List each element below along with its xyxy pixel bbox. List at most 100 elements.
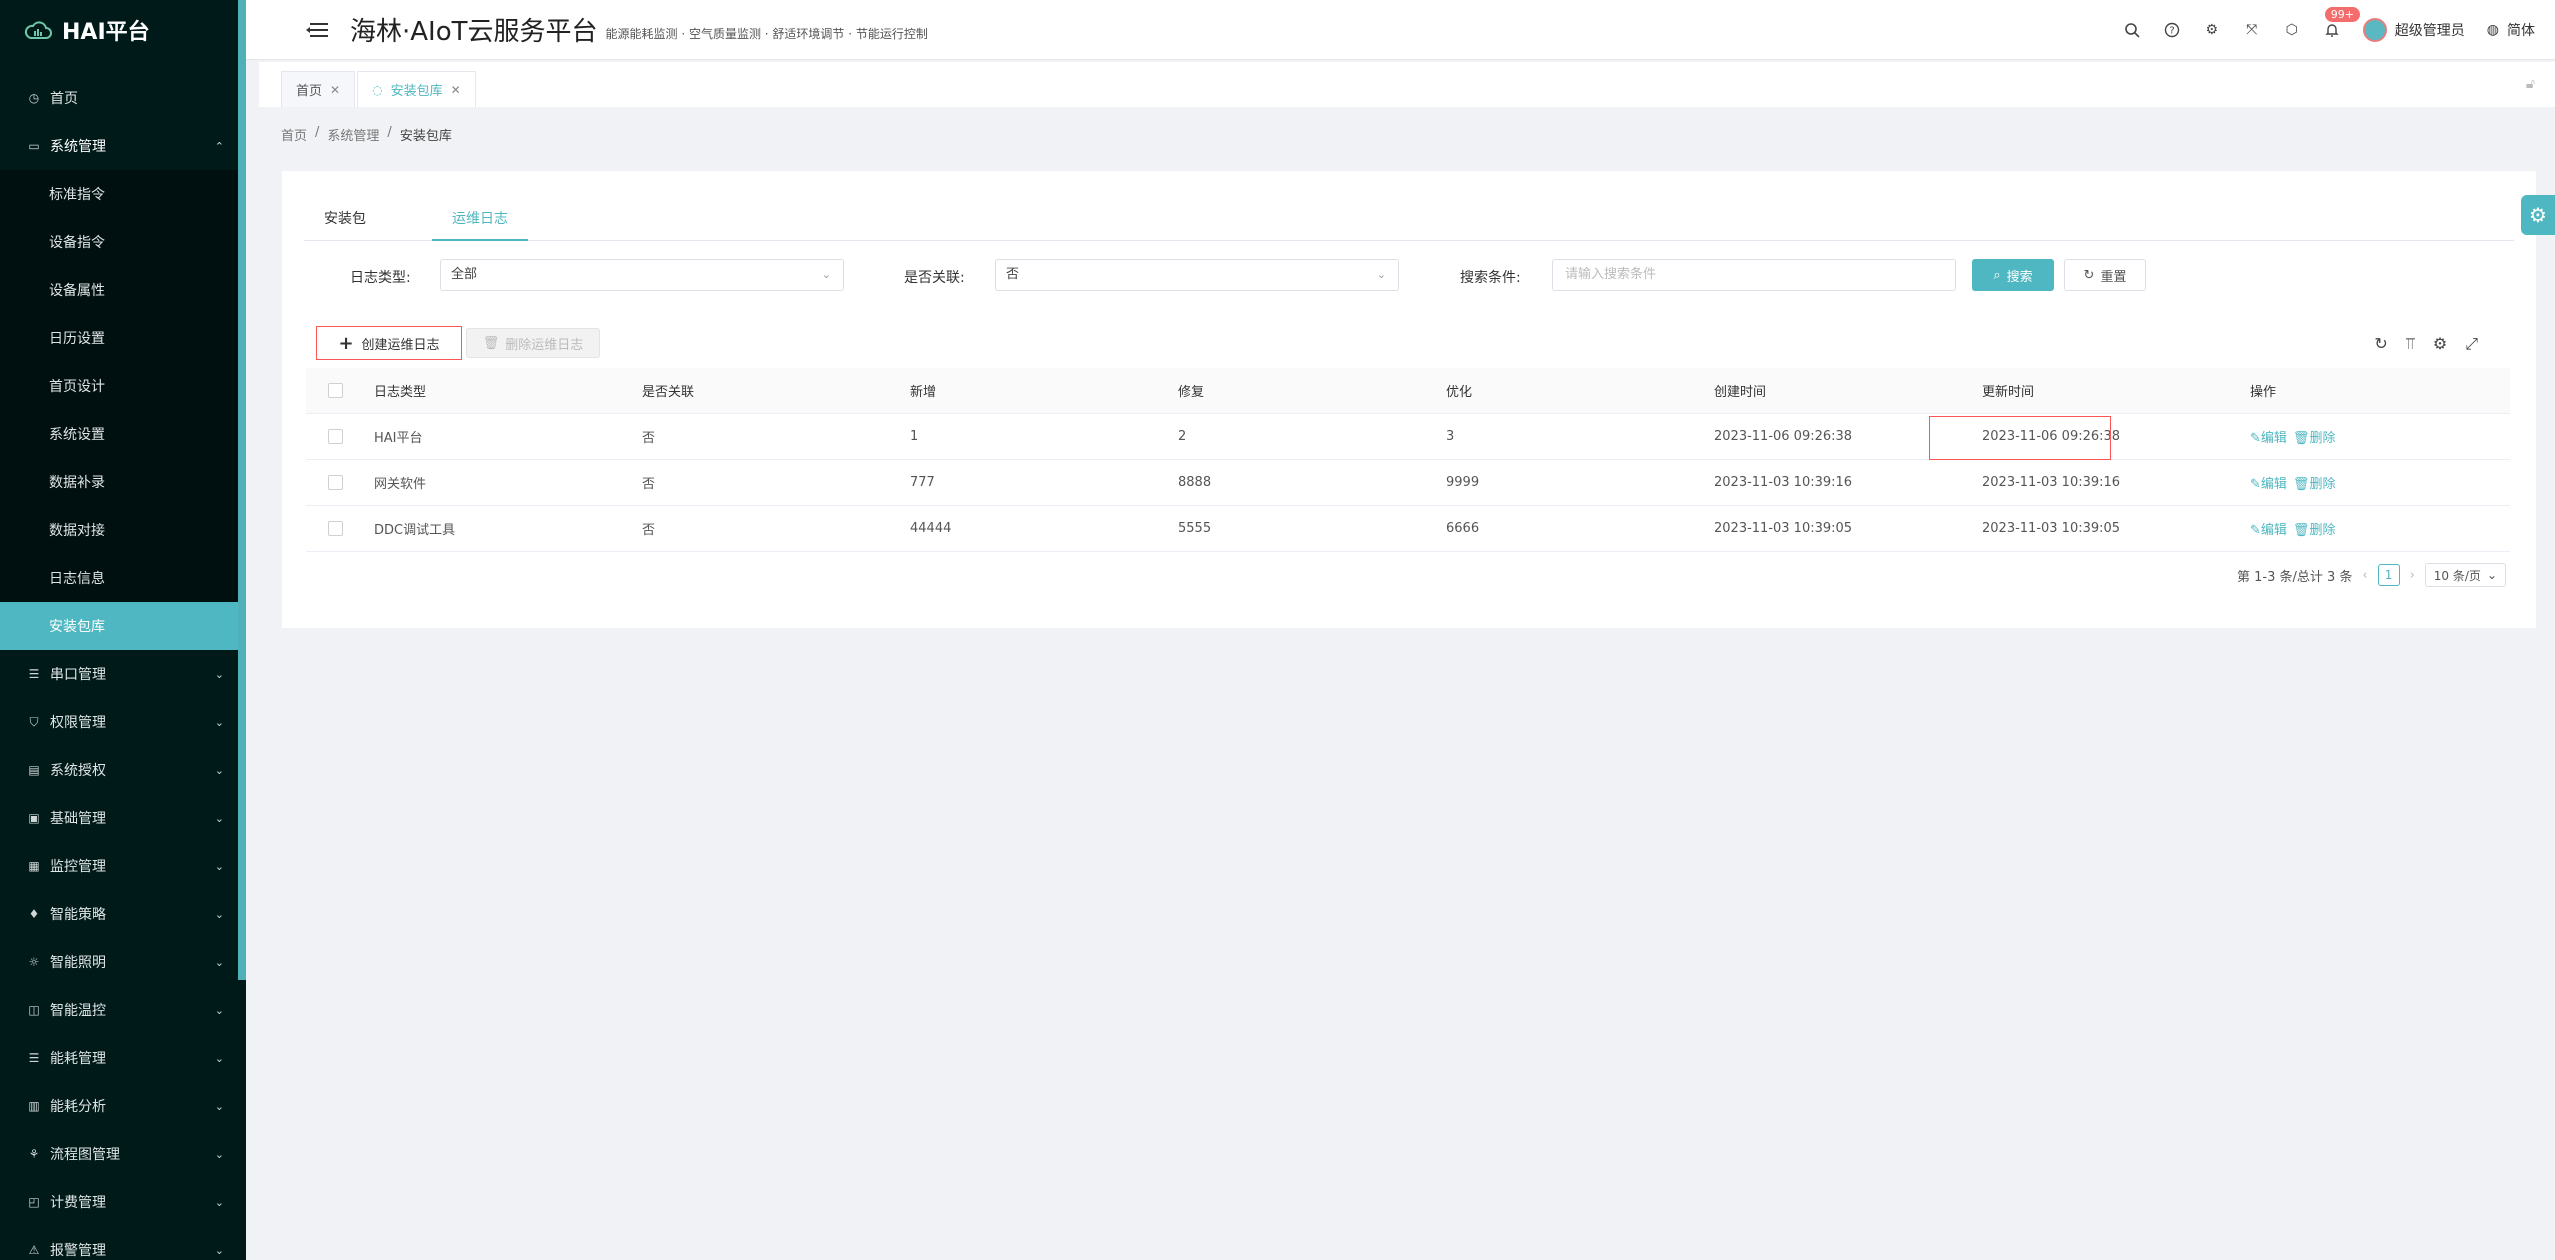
filter-bar: 日志类型: 全部 ⌄ 是否关联: 否 ⌄ 搜索条件: 请输入搜索条件 ⌕ 搜索 … — [282, 259, 2536, 293]
fullscreen-icon[interactable]: ⤧ — [2243, 21, 2261, 39]
sidebar-group-serial[interactable]: ☰ 串口管理 ⌄ — [0, 650, 246, 698]
sidebar-item-label: 计费管理 — [50, 1195, 106, 1211]
logo[interactable]: HAI平台 — [0, 0, 246, 60]
reset-button[interactable]: ↻ 重置 — [2064, 259, 2146, 291]
edit-link[interactable]: ✎编辑 — [2250, 473, 2287, 492]
sidebar-item-data-integration[interactable]: 数据对接 — [0, 506, 246, 554]
cube-icon[interactable]: ⬡ — [2283, 21, 2301, 39]
sidebar-item-label: 智能照明 — [50, 955, 106, 971]
breadcrumb-item[interactable]: 首页 — [281, 125, 307, 144]
page-tab-home[interactable]: 首页 ✕ — [281, 71, 356, 107]
page-number[interactable]: 1 — [2377, 564, 2400, 586]
sidebar-group-energy-analysis[interactable]: ▥ 能耗分析 ⌄ — [0, 1082, 246, 1130]
sidebar-group-billing[interactable]: ◰ 计费管理 ⌄ — [0, 1178, 246, 1226]
app-subtitle: 能源能耗监测 · 空气质量监测 · 舒适环境调节 · 节能运行控制 — [605, 27, 928, 41]
related-select[interactable]: 否 ⌄ — [995, 259, 1399, 291]
sidebar-item-label: 首页 — [50, 91, 78, 107]
app-title: 海林·AIoT云服务平台 — [350, 17, 598, 47]
sidebar: HAI平台 ◷ 首页 ▭ 系统管理 ⌃ 标准指令 设备指令 设备属性 日历设置 … — [0, 0, 246, 1260]
select-all-checkbox[interactable] — [328, 383, 343, 398]
flowchart-icon: ⚘ — [28, 1147, 40, 1161]
table-header-row: 日志类型 是否关联 新增 修复 优化 创建时间 更新时间 操作 — [306, 368, 2510, 414]
sidebar-item-label: 基础管理 — [50, 811, 106, 827]
log-type-select[interactable]: 全部 ⌄ — [440, 259, 844, 291]
edit-link[interactable]: ✎编辑 — [2250, 519, 2287, 538]
close-icon[interactable]: ✕ — [330, 83, 340, 97]
column-header: 修复 — [1178, 385, 1205, 400]
column-height-icon[interactable]: ⫪ — [2406, 334, 2415, 354]
alarm-icon: ⚠ — [28, 1243, 40, 1257]
sidebar-group-system[interactable]: ▭ 系统管理 ⌃ — [0, 122, 246, 170]
column-header: 日志类型 — [374, 385, 427, 400]
sidebar-item-label: 系统管理 — [50, 139, 106, 155]
help-icon[interactable]: ? — [2163, 21, 2181, 39]
language-switch[interactable]: ◍ 简体 — [2487, 20, 2535, 40]
bulb-icon: ♦ — [28, 907, 40, 921]
sidebar-group-basic[interactable]: ▣ 基础管理 ⌄ — [0, 794, 246, 842]
collapse-menu-icon[interactable] — [306, 21, 328, 39]
page-size-value: 10 条/页 — [2433, 568, 2481, 583]
settings-icon[interactable]: ⚙ — [2433, 334, 2447, 354]
sidebar-item-label: 串口管理 — [50, 667, 106, 683]
create-log-button[interactable]: + 创建运维日志 — [316, 326, 462, 360]
search-button-label: 搜索 — [2006, 269, 2033, 285]
delete-log-button[interactable]: 🗑︎ 删除运维日志 — [466, 328, 600, 358]
sidebar-item-calendar[interactable]: 日历设置 — [0, 314, 246, 362]
sidebar-item-standard-command[interactable]: 标准指令 — [0, 170, 246, 218]
refresh-icon[interactable]: ↻ — [2374, 334, 2387, 354]
bar-chart-icon: ▥ — [28, 1099, 40, 1113]
delete-link[interactable]: 🗑︎删除 — [2293, 519, 2336, 538]
cell-fix: 5555 — [1178, 521, 1212, 536]
settings-icon[interactable]: ⚙ — [2521, 195, 2555, 235]
row-checkbox[interactable] — [328, 475, 343, 490]
breadcrumb-item[interactable]: 系统管理 — [327, 125, 379, 144]
edit-link[interactable]: ✎编辑 — [2250, 427, 2287, 446]
page-size-select[interactable]: 10 条/页 ⌄ — [2424, 563, 2506, 587]
close-icon[interactable]: ✕ — [451, 83, 461, 97]
search-icon: ⌕ — [1993, 267, 2001, 283]
sidebar-group-monitor[interactable]: ▦ 监控管理 ⌄ — [0, 842, 246, 890]
sidebar-item-system-settings[interactable]: 系统设置 — [0, 410, 246, 458]
chevron-right-icon[interactable]: › — [2410, 568, 2415, 583]
sidebar-item-home[interactable]: ◷ 首页 — [0, 74, 246, 122]
row-checkbox[interactable] — [328, 521, 343, 536]
lock-icon[interactable]: 🔓︎ — [2526, 76, 2535, 92]
sidebar-group-lighting[interactable]: ☼ 智能照明 ⌄ — [0, 938, 246, 986]
tab-package[interactable]: 安装包 — [304, 201, 386, 241]
fullscreen-icon[interactable]: ⤢ — [2465, 334, 2478, 354]
globe-icon: ◍ — [2486, 22, 2499, 38]
tab-ops-log[interactable]: 运维日志 — [432, 201, 528, 241]
sidebar-group-strategy[interactable]: ♦ 智能策略 ⌄ — [0, 890, 246, 938]
sidebar-item-data-supplement[interactable]: 数据补录 — [0, 458, 246, 506]
table-toolbar: + 创建运维日志 🗑︎ 删除运维日志 ↻ ⫪ ⚙ ⤢ — [316, 326, 2526, 360]
tab-label: 安装包库 — [390, 84, 443, 99]
row-checkbox[interactable] — [328, 429, 343, 444]
cell-related: 否 — [642, 431, 656, 446]
sidebar-group-alarm[interactable]: ⚠ 报警管理 ⌄ — [0, 1226, 246, 1260]
sidebar-item-log-info[interactable]: 日志信息 — [0, 554, 246, 602]
billing-icon: ◰ — [28, 1195, 40, 1209]
sidebar-item-package-library[interactable]: 安装包库 — [0, 602, 238, 650]
sidebar-group-flowchart[interactable]: ⚘ 流程图管理 ⌄ — [0, 1130, 246, 1178]
sidebar-group-license[interactable]: ▤ 系统授权 ⌄ — [0, 746, 246, 794]
search-icon[interactable] — [2123, 21, 2141, 39]
sidebar-item-device-attr[interactable]: 设备属性 — [0, 266, 246, 314]
create-log-label: 创建运维日志 — [361, 337, 440, 353]
avatar — [2362, 18, 2387, 42]
chevron-left-icon[interactable]: ‹ — [2362, 568, 2367, 583]
delete-link[interactable]: 🗑︎删除 — [2293, 473, 2336, 492]
cell-type: HAI平台 — [374, 431, 423, 446]
settings-icon[interactable]: ⚙ — [2203, 21, 2221, 39]
bell-icon[interactable]: 99+ — [2323, 7, 2360, 39]
sidebar-item-home-design[interactable]: 首页设计 — [0, 362, 246, 410]
search-input[interactable]: 请输入搜索条件 — [1552, 259, 1956, 291]
user-menu[interactable]: 超级管理员 — [2362, 18, 2465, 42]
sidebar-item-device-command[interactable]: 设备指令 — [0, 218, 246, 266]
sidebar-group-temperature[interactable]: ◫ 智能温控 ⌄ — [0, 986, 246, 1034]
sidebar-item-label: 首页设计 — [49, 379, 105, 395]
sidebar-group-permission[interactable]: ⛉ 权限管理 ⌄ — [0, 698, 246, 746]
delete-link[interactable]: 🗑︎删除 — [2293, 427, 2336, 446]
sidebar-group-energy[interactable]: ☰ 能耗管理 ⌄ — [0, 1034, 246, 1082]
search-button[interactable]: ⌕ 搜索 — [1972, 259, 2054, 291]
page-tab-package-library[interactable]: ◌ 安装包库 ✕ — [357, 71, 476, 107]
